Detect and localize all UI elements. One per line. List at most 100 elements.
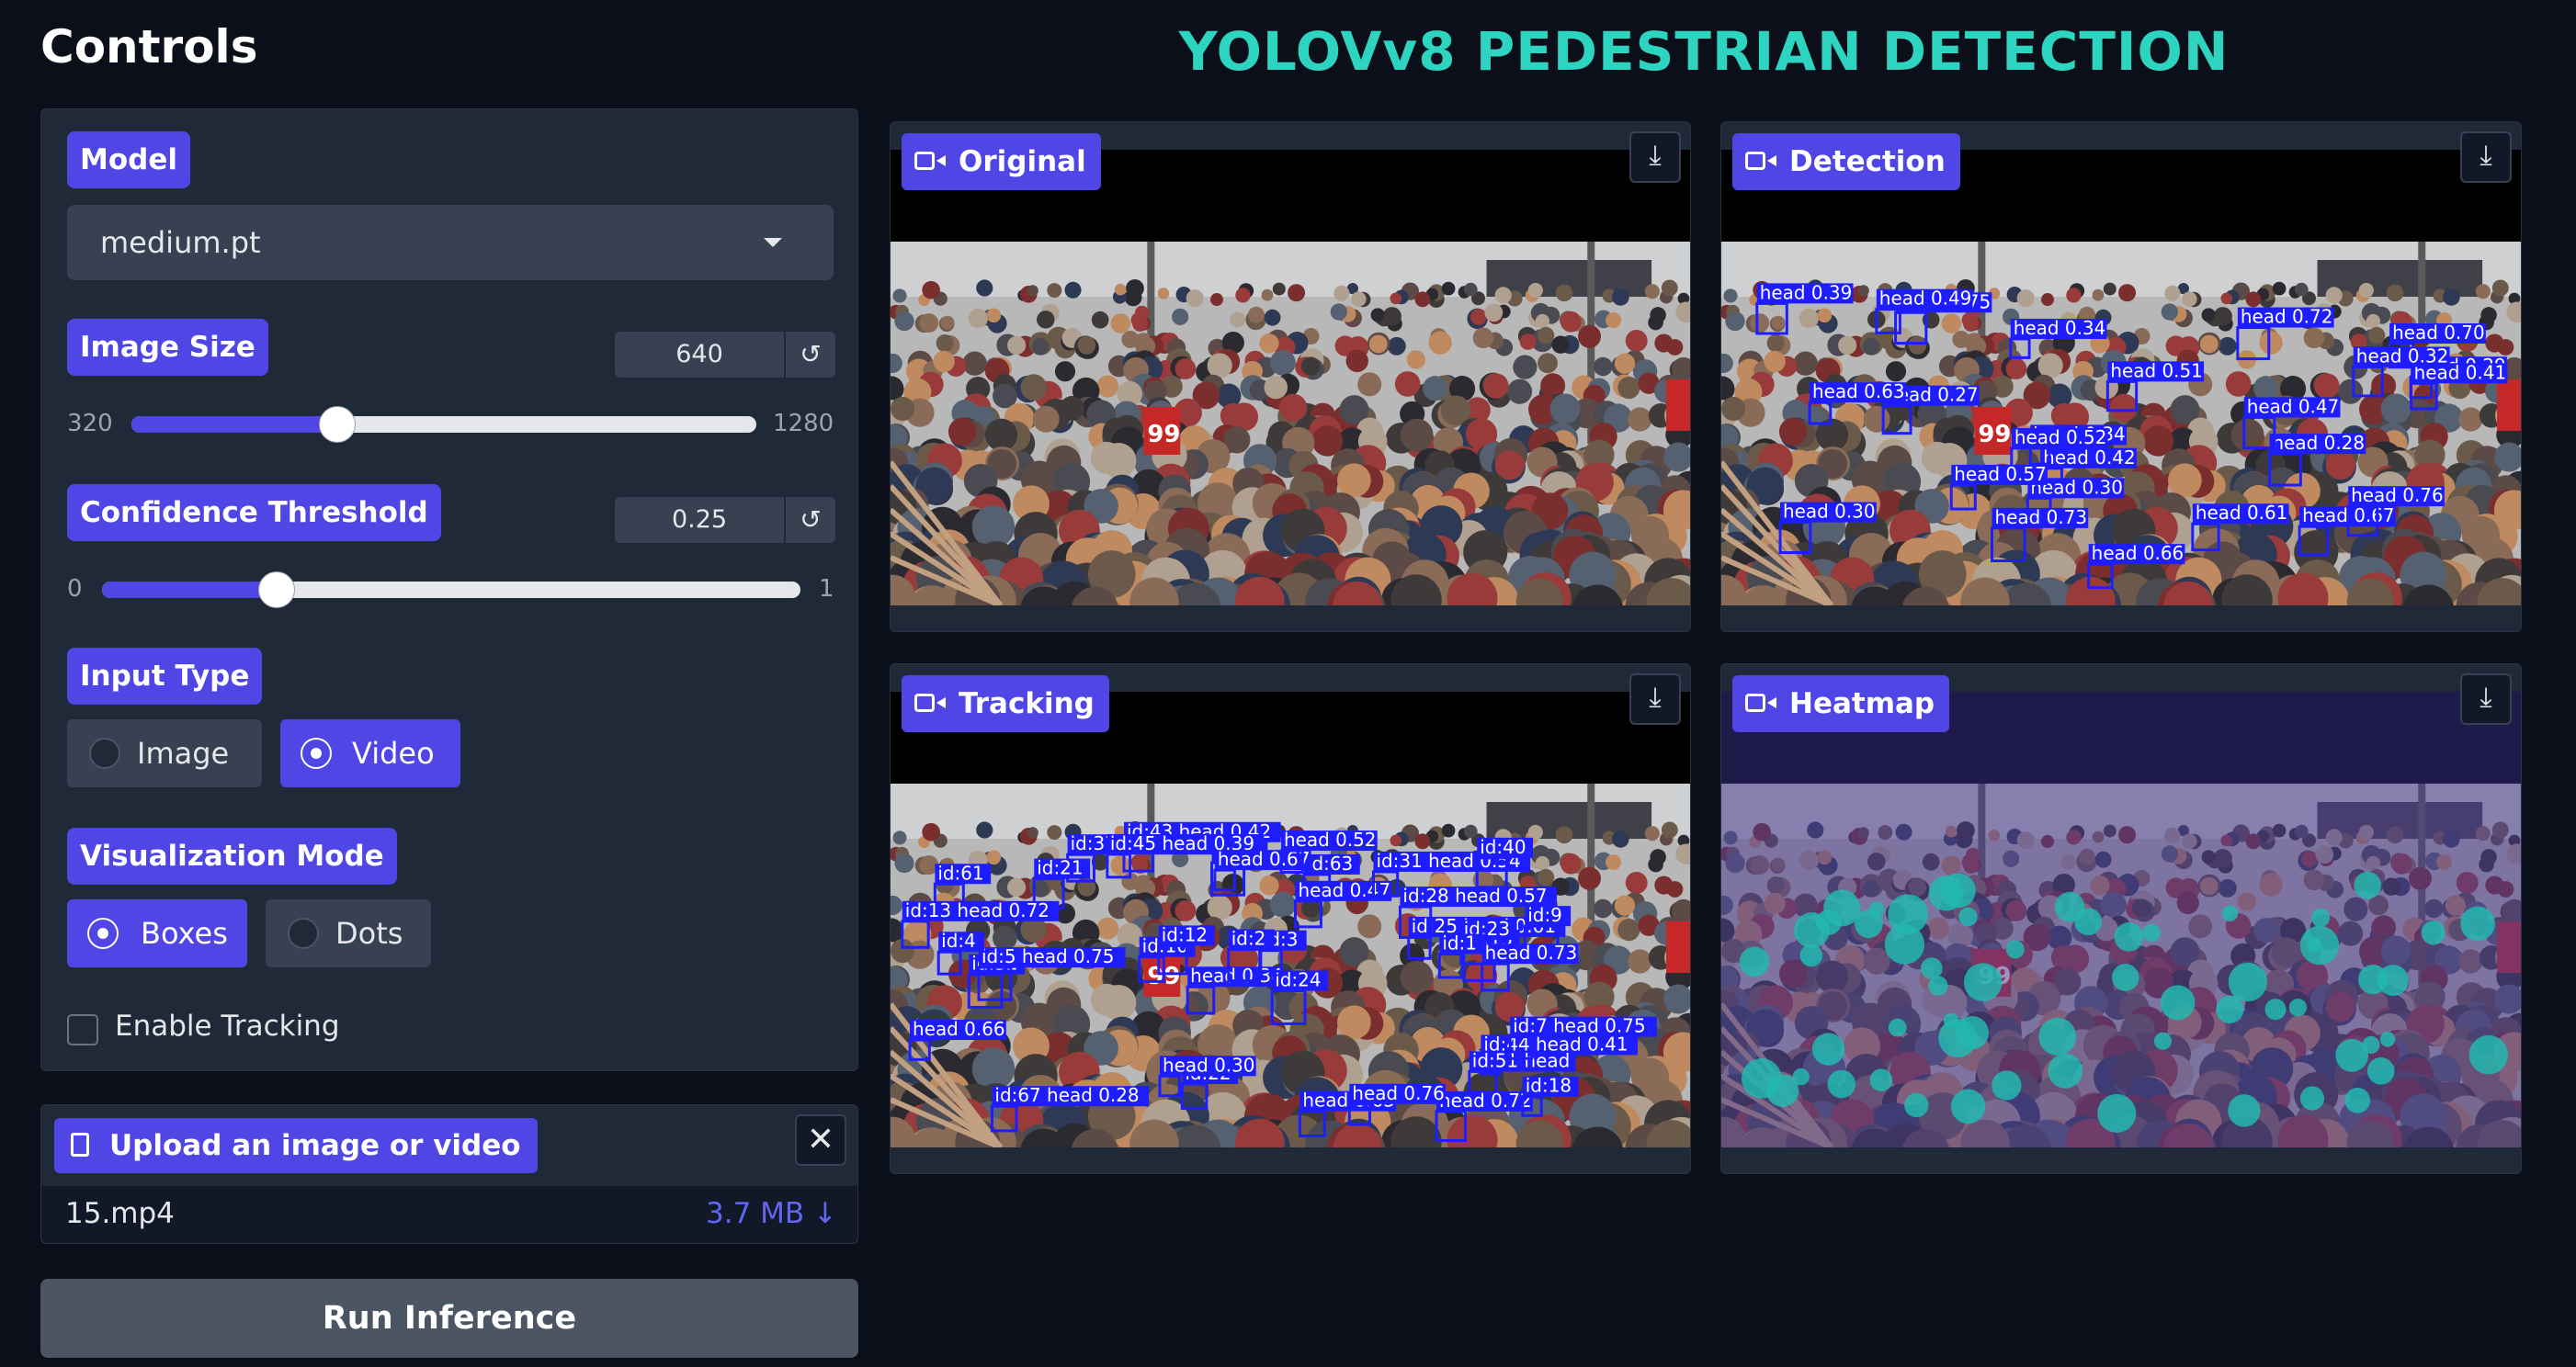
detection-label: head 0.63 — [1812, 380, 1905, 402]
crowd-person — [1172, 308, 1189, 325]
tracking-label: Tracking — [902, 675, 1109, 732]
radio-circle-icon — [288, 918, 319, 949]
detection-label: head 0.34 — [1190, 965, 1283, 987]
image-size-slider-track[interactable] — [131, 416, 756, 433]
crowd-person — [2103, 282, 2116, 296]
detection-label: Detection — [1732, 133, 1960, 190]
crowd-person — [1617, 918, 1640, 942]
image-size-slider-handle[interactable] — [319, 406, 357, 443]
heatmap-label: Heatmap — [1732, 675, 1950, 732]
confidence-reset-button[interactable]: ↺ — [784, 497, 835, 543]
video-camera-icon — [914, 152, 946, 170]
enable-tracking-checkbox[interactable] — [67, 1014, 98, 1045]
crowd-person — [1175, 900, 1197, 921]
crowd-person — [2164, 285, 2181, 301]
upload-label: Upload an image or video — [54, 1118, 538, 1173]
file-size-download-link[interactable]: 3.7 MB ↓ — [706, 1197, 837, 1230]
detection-label: id:63 — [1307, 853, 1353, 875]
crowd-person — [892, 830, 907, 845]
radio-selected-icon — [302, 740, 330, 767]
original-output-card: 99 Original ⤓ — [890, 121, 1691, 632]
crowd-person — [1047, 825, 1062, 841]
input-type-image-radio[interactable]: Image — [67, 719, 262, 787]
crowd-person — [1414, 291, 1431, 308]
crowd-person — [1330, 303, 1347, 321]
heat-dot — [1940, 873, 1976, 909]
heat-dot — [2048, 1053, 2083, 1089]
heat-dot — [1884, 924, 1925, 965]
detection-video-frame[interactable]: 99head 0.42head 0.34head 0.28head 0.29he… — [1721, 242, 2521, 605]
run-inference-button[interactable]: Run Inference — [40, 1279, 858, 1358]
radio-selected-icon — [89, 920, 117, 947]
crowd-person — [1862, 337, 1880, 356]
image-size-reset-button[interactable]: ↺ — [784, 332, 835, 378]
crowd-person — [2491, 279, 2509, 297]
crowd-person — [1463, 282, 1478, 297]
crowd-person — [1725, 311, 1745, 332]
crowd-person — [2475, 284, 2491, 299]
heat-dot — [2288, 999, 2307, 1017]
crowd-person — [1560, 853, 1582, 875]
heat-dot — [2097, 1093, 2137, 1134]
crowd-person — [1264, 375, 1288, 400]
upload-panel: Upload an image or video ✕ 15.mp4 3.7 MB… — [40, 1104, 858, 1244]
confidence-slider-handle[interactable] — [258, 571, 295, 608]
confidence-input[interactable]: 0.25 — [615, 497, 784, 543]
crowd-person — [1838, 335, 1857, 356]
crowd-person — [1908, 335, 1927, 355]
heatmap-video-frame[interactable]: 99 — [1721, 784, 2521, 1147]
download-icon[interactable]: ⤓ — [2460, 673, 2512, 725]
heat-dot — [2221, 905, 2239, 921]
crowd-person — [1555, 284, 1573, 302]
heat-dot — [2114, 922, 2144, 952]
crowd-person — [2016, 289, 2035, 308]
heat-dot — [2307, 937, 2322, 953]
crowd-person — [2294, 282, 2309, 297]
heat-dot — [2310, 908, 2331, 928]
detection-label: head 0.42 — [2043, 446, 2136, 469]
detection-label: id:7 head 0.75 — [1513, 1015, 1646, 1037]
crowd-person — [2485, 333, 2504, 353]
heat-dot — [2335, 1038, 2369, 1072]
crowd-person — [1054, 361, 1076, 382]
image-size-input[interactable]: 640 — [615, 332, 784, 378]
crowd-person — [1007, 335, 1027, 356]
tracking-output-card: 99 id:43 head 0.42 id:67 head 0.28 head 0.3… — [890, 663, 1691, 1174]
model-dropdown[interactable]: medium.pt — [67, 205, 834, 280]
heat-dot — [2379, 1032, 2396, 1047]
download-icon[interactable]: ⤓ — [2460, 131, 2512, 183]
crowd-person — [1157, 288, 1170, 299]
image-size-label: Image Size — [67, 319, 268, 376]
crowd-person — [1279, 393, 1308, 422]
tracking-video-frame[interactable]: 99id:43 head 0.42id:67 head 0.28head 0.3… — [891, 784, 1690, 1147]
heat-dot — [1943, 1012, 1959, 1029]
confidence-slider-track[interactable] — [102, 582, 800, 598]
sign-10 — [2497, 379, 2521, 431]
visualization-boxes-radio[interactable]: Boxes — [67, 899, 247, 967]
crowd-person — [1606, 311, 1621, 328]
heat-dot — [2344, 1087, 2371, 1113]
crowd-person — [1611, 288, 1629, 306]
crowd-person — [1723, 288, 1738, 303]
confidence-min: 0 — [67, 575, 83, 603]
detection-label: id:4 — [941, 930, 976, 952]
crowd-person — [1336, 463, 1371, 498]
heat-dot — [2460, 906, 2495, 942]
original-video-frame[interactable]: 99 — [891, 242, 1690, 605]
heat-dot — [2142, 923, 2161, 943]
crowd-person — [948, 417, 977, 446]
download-icon[interactable]: ⤓ — [1629, 131, 1681, 183]
clear-file-button[interactable]: ✕ — [795, 1114, 846, 1166]
crowd-person — [1186, 289, 1204, 308]
crowd-person — [962, 351, 987, 376]
heat-dot — [2228, 1094, 2261, 1127]
detection-label: head 0.73 — [1995, 506, 2088, 528]
crowd-person — [1091, 311, 1109, 329]
input-type-video-radio[interactable]: Video — [280, 719, 460, 787]
visualization-dots-radio[interactable]: Dots — [266, 899, 431, 967]
download-icon[interactable]: ⤓ — [1629, 673, 1681, 725]
detection-label: head 0.32 — [2356, 345, 2449, 367]
crowd-person — [1175, 358, 1197, 379]
enable-tracking-label[interactable]: Enable Tracking — [115, 1010, 340, 1043]
crowd-person — [1527, 282, 1543, 299]
